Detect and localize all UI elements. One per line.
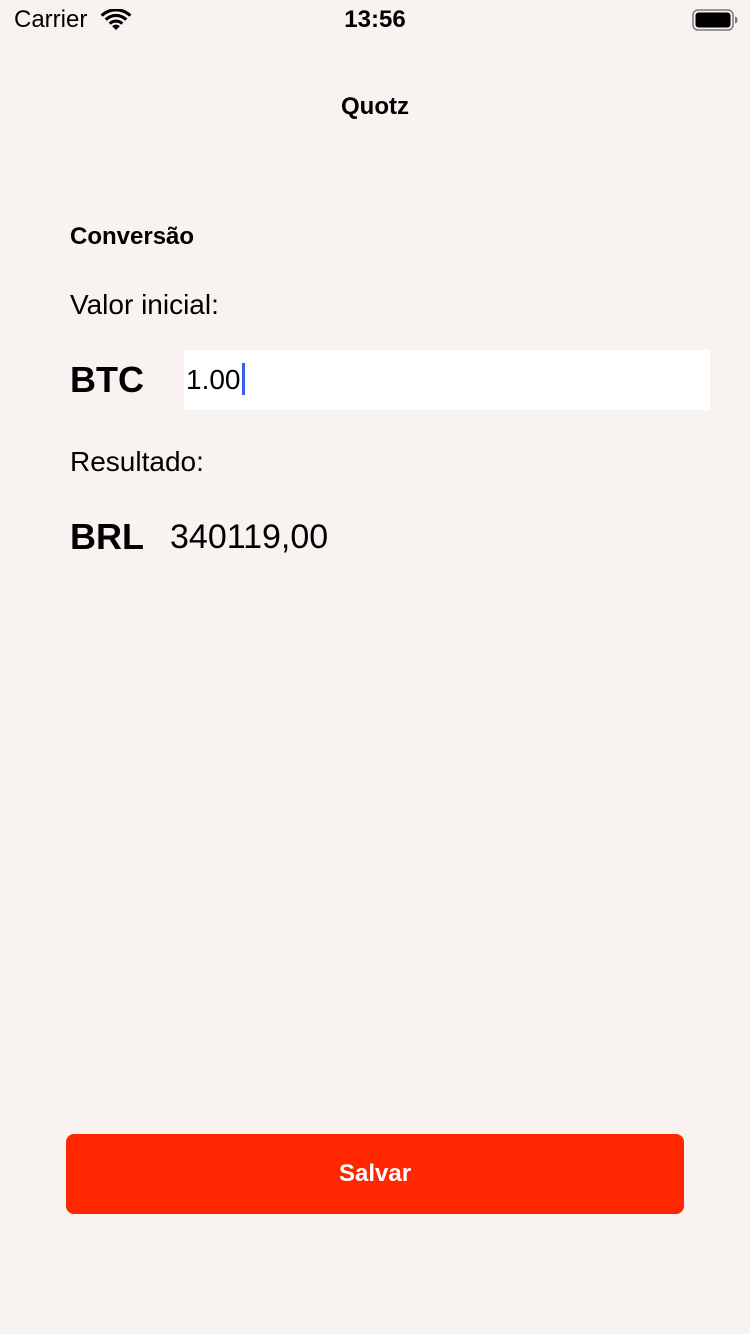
from-currency-code: BTC xyxy=(70,359,144,400)
text-caret xyxy=(241,363,245,395)
clock: 13:56 xyxy=(344,6,406,33)
result-value: 340119,00 xyxy=(170,518,329,556)
amount-input[interactable]: 1.00 xyxy=(184,350,710,410)
section-title: Conversão xyxy=(70,223,195,250)
initial-value-label: Valor inicial: xyxy=(70,289,219,320)
amount-input-value: 1.00 xyxy=(186,363,245,397)
save-button[interactable]: Salvar xyxy=(66,1134,684,1214)
result-label: Resultado: xyxy=(70,446,204,477)
page-title: Quotz xyxy=(341,93,409,120)
battery-icon xyxy=(692,9,738,31)
to-currency-code: BRL xyxy=(70,516,144,557)
status-bar: Carrier 13:56 xyxy=(0,0,750,40)
